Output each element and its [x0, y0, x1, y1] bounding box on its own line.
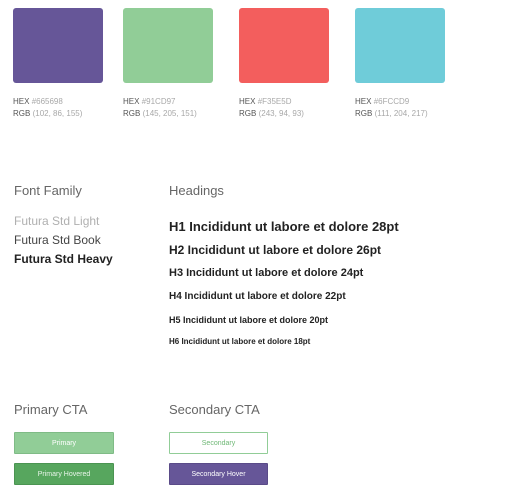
heading-h5-sample: H5 Incididunt ut labore et dolore 20pt	[169, 315, 329, 325]
font-sample-book: Futura Std Book	[14, 233, 101, 247]
swatch-red-meta: HEX #F35E5D RGB (243, 94, 93)	[239, 96, 359, 120]
heading-h3-sample: H3 Incididunt ut labore et dolore 24pt	[169, 267, 364, 279]
font-family-title: Font Family	[14, 183, 82, 198]
rgb-label: RGB	[355, 109, 373, 118]
color-swatch-red	[239, 8, 329, 83]
hex-value: #91CD97	[141, 97, 176, 106]
color-swatch-red-group: HEX #F35E5D RGB (243, 94, 93)	[239, 8, 359, 120]
primary-cta-title: Primary CTA	[14, 402, 88, 417]
heading-h1-sample: H1 Incididunt ut labore et dolore 28pt	[169, 219, 399, 234]
color-swatch-green-group: HEX #91CD97 RGB (145, 205, 151)	[123, 8, 243, 120]
color-swatch-purple-group: HEX #665698 RGB (102, 86, 155)	[13, 8, 133, 120]
rgb-label: RGB	[123, 109, 141, 118]
heading-h2-sample: H2 Incididunt ut labore et dolore 26pt	[169, 243, 382, 257]
hex-label: HEX	[355, 97, 372, 106]
swatch-green-meta: HEX #91CD97 RGB (145, 205, 151)	[123, 96, 243, 120]
color-swatch-cyan-group: HEX #6FCCD9 RGB (111, 204, 217)	[355, 8, 475, 120]
hex-value: #6FCCD9	[373, 97, 410, 106]
secondary-cta-title: Secondary CTA	[169, 402, 260, 417]
rgb-value: (243, 94, 93)	[258, 109, 304, 118]
swatch-purple-meta: HEX #665698 RGB (102, 86, 155)	[13, 96, 133, 120]
headings-title: Headings	[169, 183, 224, 198]
font-sample-heavy: Futura Std Heavy	[14, 252, 113, 266]
primary-hovered-button[interactable]: Primary Hovered	[14, 463, 114, 485]
rgb-value: (145, 205, 151)	[142, 109, 197, 118]
color-swatch-cyan	[355, 8, 445, 83]
primary-button[interactable]: Primary	[14, 432, 114, 454]
color-swatch-green	[123, 8, 213, 83]
hex-label: HEX	[123, 97, 140, 106]
rgb-label: RGB	[13, 109, 31, 118]
rgb-value: (111, 204, 217)	[374, 109, 428, 118]
secondary-hover-button[interactable]: Secondary Hover	[169, 463, 268, 485]
hex-value: #F35E5D	[257, 97, 292, 106]
font-family-list: Futura Std Light Futura Std Book Futura …	[14, 212, 113, 269]
rgb-value: (102, 86, 155)	[32, 109, 83, 118]
hex-label: HEX	[239, 97, 256, 106]
rgb-label: RGB	[239, 109, 257, 118]
secondary-button[interactable]: Secondary	[169, 432, 268, 454]
font-sample-light: Futura Std Light	[14, 214, 100, 228]
heading-h4-sample: H4 Incididunt ut labore et dolore 22pt	[169, 291, 346, 302]
hex-value: #665698	[31, 97, 63, 106]
color-swatch-purple	[13, 8, 103, 83]
swatch-cyan-meta: HEX #6FCCD9 RGB (111, 204, 217)	[355, 96, 475, 120]
heading-h6-sample: H6 Incididunt ut labore et dolore 18pt	[169, 337, 311, 346]
hex-label: HEX	[13, 97, 30, 106]
